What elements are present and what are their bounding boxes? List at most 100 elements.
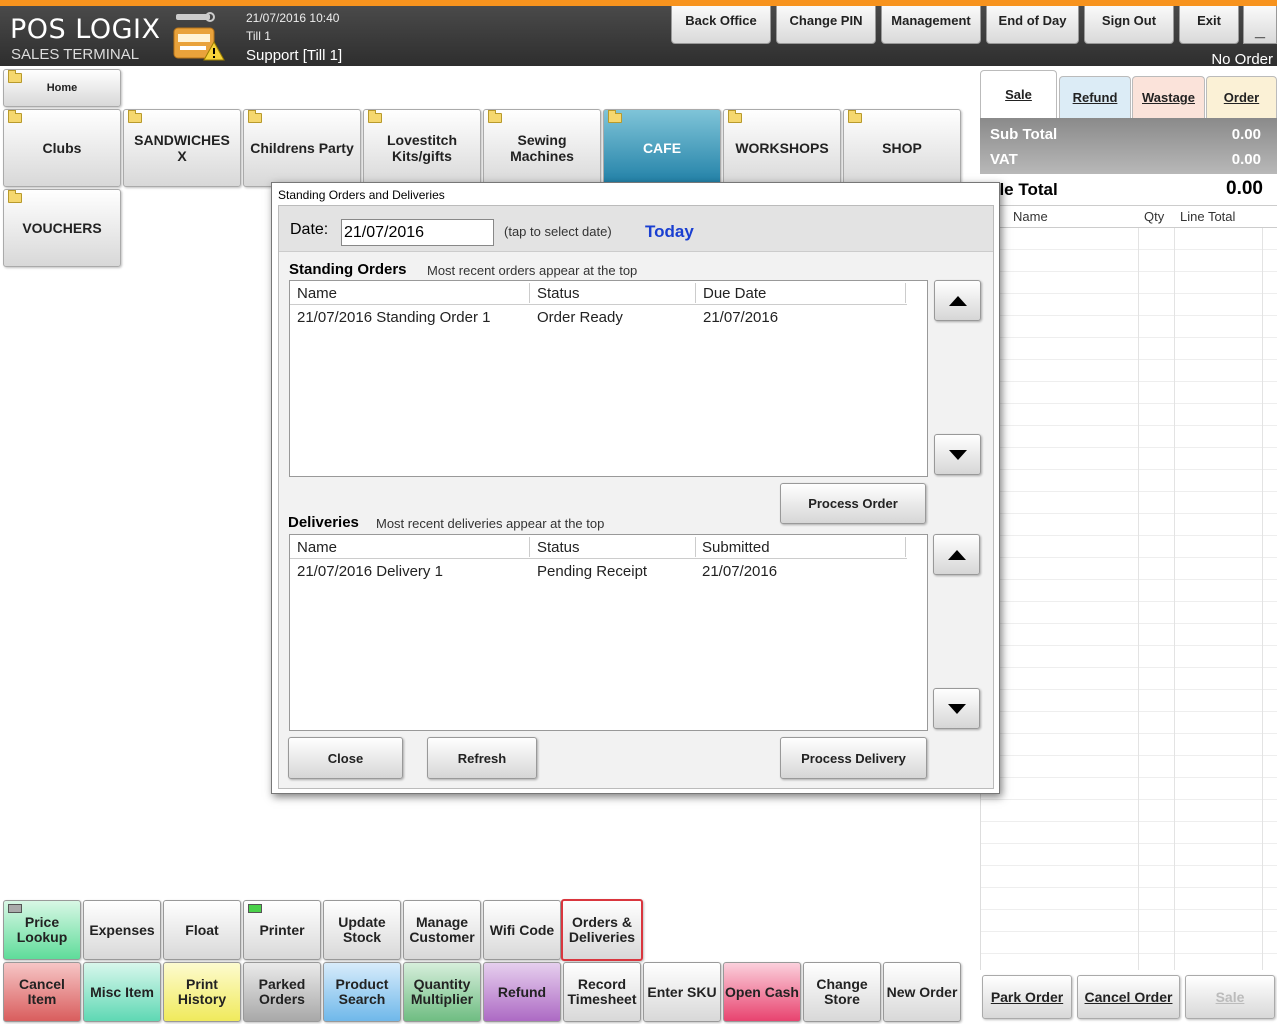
category-childrens-party[interactable]: Childrens Party [243,109,361,187]
open-cash-button[interactable]: Open Cash [723,962,801,1022]
header-till: Till 1 [246,29,271,43]
manage-customer-button[interactable]: Manage Customer [403,900,481,960]
change-pin-button[interactable]: Change PIN [776,6,876,44]
standing-scroll-down-button[interactable] [934,434,981,475]
sale-button[interactable]: Sale [1185,975,1275,1019]
change-store-button[interactable]: Change Store [803,962,881,1022]
date-input[interactable] [341,219,494,246]
exit-button[interactable]: Exit [1179,6,1239,44]
process-delivery-button[interactable]: Process Delivery [780,737,927,779]
column-submitted: Submitted [702,539,770,556]
sign-out-button[interactable]: Sign Out [1084,6,1174,44]
folder-icon [368,110,382,123]
wifi-code-button[interactable]: Wifi Code [483,900,561,960]
sale-items-grid[interactable]: Name Qty Line Total [980,205,1277,970]
printer-status-indicator [248,904,262,913]
list-item[interactable]: 21/07/2016 Standing Order 1 Order Ready … [290,309,907,331]
category-sewing-machines[interactable]: Sewing Machines [483,109,601,187]
standing-orders-list[interactable]: Name Status Due Date 21/07/2016 Standing… [289,280,928,477]
button-label: Price Lookup [16,914,68,945]
list-item[interactable]: 21/07/2016 Delivery 1 Pending Receipt 21… [290,563,907,585]
sale-grid-header: Name Qty Line Total [981,206,1277,228]
column-separator [529,537,530,557]
today-link[interactable]: Today [645,222,694,242]
till-warning-icon[interactable] [172,12,226,64]
tab-wastage[interactable]: Wastage [1132,76,1205,118]
column-separator [905,537,906,557]
category-vouchers[interactable]: VOUCHERS [3,189,121,267]
deliveries-scroll-up-button[interactable] [933,534,980,575]
category-lovestitch[interactable]: Lovestitch Kits/gifts [363,109,481,187]
delivery-name: 21/07/2016 Delivery 1 [297,563,443,580]
category-home[interactable]: Home [3,69,121,107]
close-button[interactable]: Close [288,737,403,779]
column-name: Name [297,285,338,302]
column-divider [1138,206,1139,970]
record-timesheet-button[interactable]: Record Timesheet [563,962,641,1022]
category-label: SANDWICHES X [134,132,230,164]
standing-orders-header: Name Status Due Date [290,281,907,305]
pos-screen: POS LOGIX SALES TERMINAL 21/07/2016 10:4… [0,0,1277,1024]
status-indicator [8,904,22,913]
float-button[interactable]: Float [163,900,241,960]
folder-icon [608,110,622,123]
category-label: VOUCHERS [22,220,102,236]
standing-orders-title: Standing Orders [289,261,407,278]
deliveries-subtitle: Most recent deliveries appear at the top [376,516,605,531]
category-sandwiches[interactable]: SANDWICHES X [123,109,241,187]
cancel-order-button[interactable]: Cancel Order [1077,975,1180,1019]
order-name: 21/07/2016 Standing Order 1 [297,309,491,326]
tab-sale[interactable]: Sale [980,70,1057,118]
folder-icon [8,190,22,203]
brand-subtitle: SALES TERMINAL [11,46,140,63]
quantity-multiplier-button[interactable]: Quantity Multiplier [403,962,481,1022]
back-office-button[interactable]: Back Office [671,6,771,44]
totals-box: Sub Total 0.00 VAT 0.00 [980,118,1277,174]
arrow-up-icon [948,295,967,306]
park-order-button[interactable]: Park Order [982,975,1072,1019]
management-button[interactable]: Management [881,6,981,44]
standing-scroll-up-button[interactable] [934,280,981,321]
product-search-button[interactable]: Product Search [323,962,401,1022]
print-history-button[interactable]: Print History [163,962,241,1022]
brand-title: POS LOGIX [10,14,161,45]
expenses-button[interactable]: Expenses [83,900,161,960]
date-label: Date: [290,221,329,238]
tab-refund[interactable]: Refund [1059,76,1131,118]
orders-deliveries-dialog: Standing Orders and Deliveries Date: (ta… [271,182,1000,794]
refund-button[interactable]: Refund [483,962,561,1022]
orders-deliveries-button[interactable]: Orders & Deliveries [561,899,643,961]
refresh-button[interactable]: Refresh [427,737,537,779]
parked-orders-button[interactable]: Parked Orders [243,962,321,1022]
price-lookup-button[interactable]: Price Lookup [3,900,81,960]
enter-sku-button[interactable]: Enter SKU [643,962,721,1022]
folder-icon [248,110,262,123]
category-clubs[interactable]: Clubs [3,109,121,187]
update-stock-button[interactable]: Update Stock [323,900,401,960]
end-of-day-button[interactable]: End of Day [986,6,1079,44]
date-bar: Date: (tap to select date) Today [279,206,993,252]
category-cafe[interactable]: CAFE [603,109,721,187]
printer-button[interactable]: Printer [243,900,321,960]
new-order-button[interactable]: New Order [883,962,961,1022]
deliveries-list[interactable]: Name Status Submitted 21/07/2016 Deliver… [289,534,928,731]
folder-icon [728,110,742,123]
column-name: Name [1013,209,1048,224]
category-workshops[interactable]: WORKSHOPS [723,109,841,187]
category-label: Sewing Machines [510,132,574,164]
column-qty: Qty [1144,209,1165,224]
misc-item-button[interactable]: Misc Item [83,962,161,1022]
header-datetime: 21/07/2016 10:40 [246,11,340,25]
deliveries-scroll-down-button[interactable] [933,688,980,729]
column-status: Status [537,539,580,556]
process-order-button[interactable]: Process Order [780,483,926,524]
minimize-button[interactable]: _ [1243,6,1277,44]
category-label: WORKSHOPS [735,140,829,156]
cancel-item-button[interactable]: Cancel Item [3,962,81,1022]
arrow-down-icon [948,449,967,460]
column-divider [1262,206,1263,970]
column-separator [695,537,696,557]
tab-order[interactable]: Order [1206,76,1277,118]
column-status: Status [537,285,580,302]
category-shop[interactable]: SHOP [843,109,961,187]
